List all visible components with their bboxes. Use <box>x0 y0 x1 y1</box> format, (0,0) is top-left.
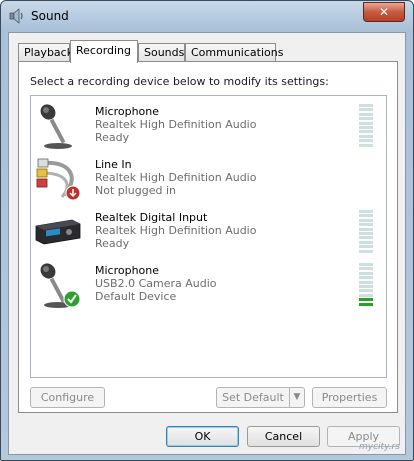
meter-bar <box>359 276 373 280</box>
device-status: Default Device <box>95 290 177 303</box>
meter-bar <box>359 214 373 218</box>
meter-bar <box>359 293 373 297</box>
device-name: Realtek Digital Input <box>95 211 208 224</box>
meter-bar <box>359 298 373 302</box>
device-name: Line In <box>95 158 132 171</box>
configure-button[interactable]: Configure <box>30 387 105 408</box>
device-driver: USB2.0 Camera Audio <box>95 277 217 290</box>
chevron-down-icon[interactable]: ▼ <box>289 388 304 407</box>
window-title: Sound <box>31 9 69 23</box>
line-in-cable-icon <box>36 158 81 201</box>
meter-bar <box>359 271 373 275</box>
device-status: Ready <box>95 131 130 144</box>
level-meter <box>359 104 373 148</box>
device-driver: Realtek High Definition Audio <box>95 224 257 237</box>
level-meter <box>359 263 373 307</box>
cancel-button[interactable]: Cancel <box>247 426 320 447</box>
list-item[interactable]: Realtek Digital Input Realtek High Defin… <box>31 206 386 258</box>
meter-bar <box>359 267 373 271</box>
device-status: Ready <box>95 237 130 250</box>
recording-device-list[interactable]: Microphone Realtek High Definition Audio… <box>30 95 387 378</box>
meter-bar <box>359 263 373 266</box>
meter-bar <box>359 232 373 235</box>
meter-bar <box>359 139 373 143</box>
meter-bar <box>359 236 373 240</box>
dialog-client-area: Playback Recording Sounds Communications… <box>8 32 406 455</box>
level-meter <box>359 210 373 254</box>
meter-bar <box>359 126 373 129</box>
meter-bar <box>359 121 373 125</box>
tab-communications[interactable]: Communications <box>185 43 283 62</box>
microphone-icon <box>40 104 72 149</box>
meter-bar <box>359 104 373 107</box>
digital-input-device-icon <box>35 219 81 245</box>
meter-bar <box>359 218 373 222</box>
set-default-label: Set Default <box>222 391 284 404</box>
meter-bar <box>359 223 373 227</box>
meter-bar <box>359 117 373 121</box>
sound-dialog-window: Sound ✕ Playback Recording Sounds Commun… <box>0 0 414 461</box>
tab-recording[interactable]: Recording <box>70 40 138 63</box>
list-item[interactable]: Line In Realtek High Definition Audio No… <box>31 153 386 205</box>
close-button[interactable]: ✕ <box>363 2 405 22</box>
meter-bar <box>359 130 373 134</box>
meter-bar <box>359 143 373 147</box>
set-default-button[interactable]: Set Default ▼ <box>216 387 305 408</box>
tab-sounds[interactable]: Sounds <box>138 43 185 62</box>
device-name: Microphone <box>95 105 160 118</box>
meter-bar <box>359 289 373 293</box>
meter-bar <box>359 249 373 253</box>
watermark-text: mycity.rs <box>359 442 400 452</box>
title-bar[interactable]: Sound ✕ <box>1 1 413 33</box>
meter-bar <box>359 285 373 288</box>
list-item[interactable]: Microphone USB2.0 Camera Audio Default D… <box>31 259 386 311</box>
meter-bar <box>359 210 373 213</box>
meter-bar <box>359 112 373 116</box>
meter-bar <box>359 302 373 306</box>
meter-bar <box>359 245 373 249</box>
meter-bar <box>359 134 373 138</box>
meter-bar <box>359 240 373 244</box>
ok-button[interactable]: OK <box>166 426 239 447</box>
device-status: Not plugged in <box>95 184 177 197</box>
meter-bar <box>359 227 373 231</box>
meter-bar <box>359 108 373 112</box>
speaker-icon <box>9 8 23 24</box>
device-name: Microphone <box>95 264 160 277</box>
tab-playback[interactable]: Playback <box>18 43 73 62</box>
device-driver: Realtek High Definition Audio <box>95 171 257 184</box>
microphone-default-icon <box>40 263 81 308</box>
recording-tab-panel: Select a recording device below to modif… <box>18 61 398 413</box>
instruction-text: Select a recording device below to modif… <box>30 75 329 88</box>
device-driver: Realtek High Definition Audio <box>95 118 257 131</box>
meter-bar <box>359 280 373 284</box>
properties-button[interactable]: Properties <box>312 387 387 408</box>
list-item[interactable]: Microphone Realtek High Definition Audio… <box>31 100 386 152</box>
